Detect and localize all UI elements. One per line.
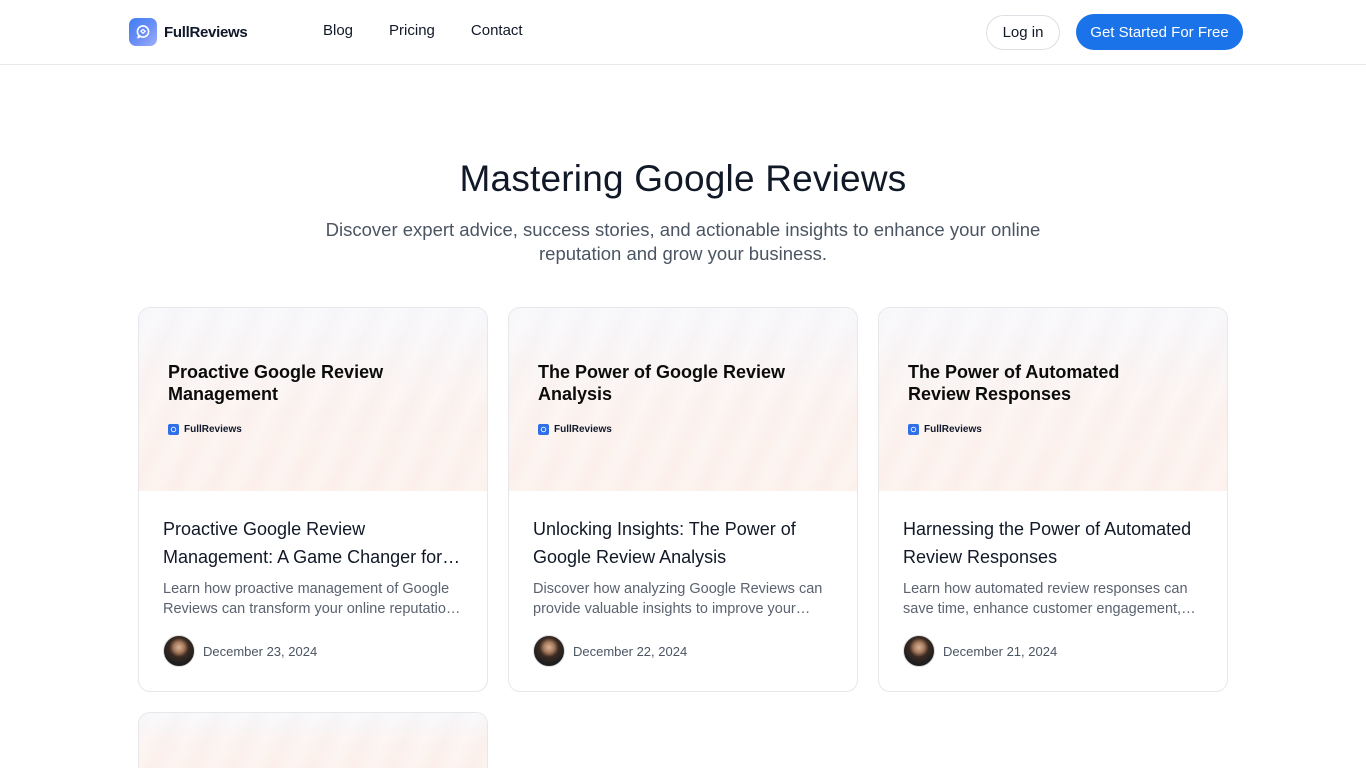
brand-name: FullReviews xyxy=(164,23,248,41)
brand-mini-icon xyxy=(168,424,179,435)
brand-logo[interactable]: FullReviews xyxy=(129,18,248,46)
card-thumbnail[interactable] xyxy=(139,713,487,768)
page-title: Mastering Google Reviews xyxy=(459,158,907,199)
author-avatar xyxy=(163,635,195,667)
thumbnail-title: Proactive Google Review Management xyxy=(168,362,384,404)
card-meta: December 21, 2024 xyxy=(903,635,1057,667)
login-button[interactable]: Log in xyxy=(986,15,1060,50)
blog-card[interactable]: Proactive Google Review Management FullR… xyxy=(138,307,488,692)
thumbnail-brand-name: FullReviews xyxy=(184,424,242,435)
card-title[interactable]: Unlocking Insights: The Power of Google … xyxy=(533,515,833,571)
author-avatar xyxy=(533,635,565,667)
page-subtitle: Discover expert advice, success stories,… xyxy=(325,219,1041,264)
card-excerpt: Learn how automated review responses can… xyxy=(903,581,1188,617)
brand-mini-icon xyxy=(538,424,549,435)
card-thumbnail[interactable]: The Power of Google Review Analysis Full… xyxy=(509,308,857,491)
card-thumbnail[interactable]: The Power of Automated Review Responses … xyxy=(879,308,1227,491)
blog-card[interactable]: The Power of Google Review Analysis Full… xyxy=(508,307,858,692)
main-nav: Blog Pricing Contact xyxy=(323,22,523,39)
nav-pricing[interactable]: Pricing xyxy=(389,22,435,39)
card-thumbnail[interactable]: Proactive Google Review Management FullR… xyxy=(139,308,487,491)
post-date: December 21, 2024 xyxy=(943,643,1058,659)
card-title[interactable]: Proactive Google Review Management: A Ga… xyxy=(163,515,463,571)
chat-bubble-icon xyxy=(129,18,157,46)
blog-card[interactable] xyxy=(138,712,488,768)
thumbnail-brand: FullReviews xyxy=(538,424,612,435)
post-date: December 23, 2024 xyxy=(203,643,318,659)
card-excerpt: Learn how proactive management of Google… xyxy=(163,581,454,617)
thumbnail-brand-name: FullReviews xyxy=(554,424,612,435)
card-title[interactable]: Harnessing the Power of Automated Review… xyxy=(903,515,1203,571)
author-avatar xyxy=(903,635,935,667)
brand-mini-icon xyxy=(908,424,919,435)
card-meta: December 22, 2024 xyxy=(533,635,687,667)
thumbnail-brand: FullReviews xyxy=(168,424,242,435)
nav-blog[interactable]: Blog xyxy=(323,22,353,39)
thumbnail-title: The Power of Google Review Analysis xyxy=(538,362,786,404)
blog-card[interactable]: The Power of Automated Review Responses … xyxy=(878,307,1228,692)
thumbnail-brand-name: FullReviews xyxy=(924,424,982,435)
card-meta: December 23, 2024 xyxy=(163,635,317,667)
nav-contact[interactable]: Contact xyxy=(471,22,523,39)
card-excerpt: Discover how analyzing Google Reviews ca… xyxy=(533,581,823,617)
get-started-button[interactable]: Get Started For Free xyxy=(1076,14,1243,50)
thumbnail-title: The Power of Automated Review Responses xyxy=(908,362,1120,404)
thumbnail-brand: FullReviews xyxy=(908,424,982,435)
post-date: December 22, 2024 xyxy=(573,643,688,659)
site-header: FullReviews Blog Pricing Contact Log in … xyxy=(0,0,1366,65)
